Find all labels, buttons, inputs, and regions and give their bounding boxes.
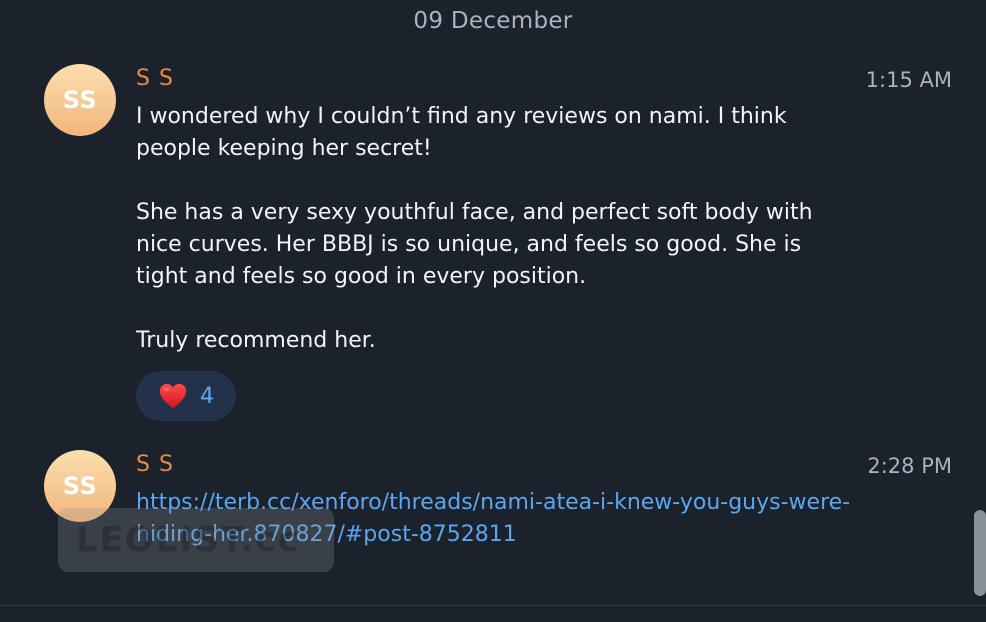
- avatar[interactable]: SS: [44, 64, 116, 136]
- heart-icon: [159, 383, 187, 409]
- sender-name[interactable]: S S: [136, 452, 174, 477]
- divider: [0, 605, 986, 606]
- message-text: I wondered why I couldn’t find any revie…: [136, 101, 856, 357]
- message-time: 2:28 PM: [867, 454, 952, 478]
- scrollbar[interactable]: [974, 510, 986, 596]
- reaction-count: 4: [200, 383, 214, 409]
- chat-view: 09 December SS S S 1:15 AM I wondered wh…: [0, 0, 986, 622]
- watermark: LEOLIST.cc: [58, 508, 334, 572]
- message-paragraph: Truly recommend her.: [136, 328, 376, 353]
- watermark-text: LEOLIST.cc: [76, 520, 300, 560]
- message-time: 1:15 AM: [865, 68, 952, 92]
- reaction-button[interactable]: 4: [136, 371, 236, 421]
- message-paragraph: I wondered why I couldn’t find any revie…: [136, 104, 787, 161]
- message-paragraph: She has a very sexy youthful face, and p…: [136, 200, 813, 289]
- date-separator: 09 December: [413, 8, 573, 34]
- sender-name[interactable]: S S: [136, 66, 174, 91]
